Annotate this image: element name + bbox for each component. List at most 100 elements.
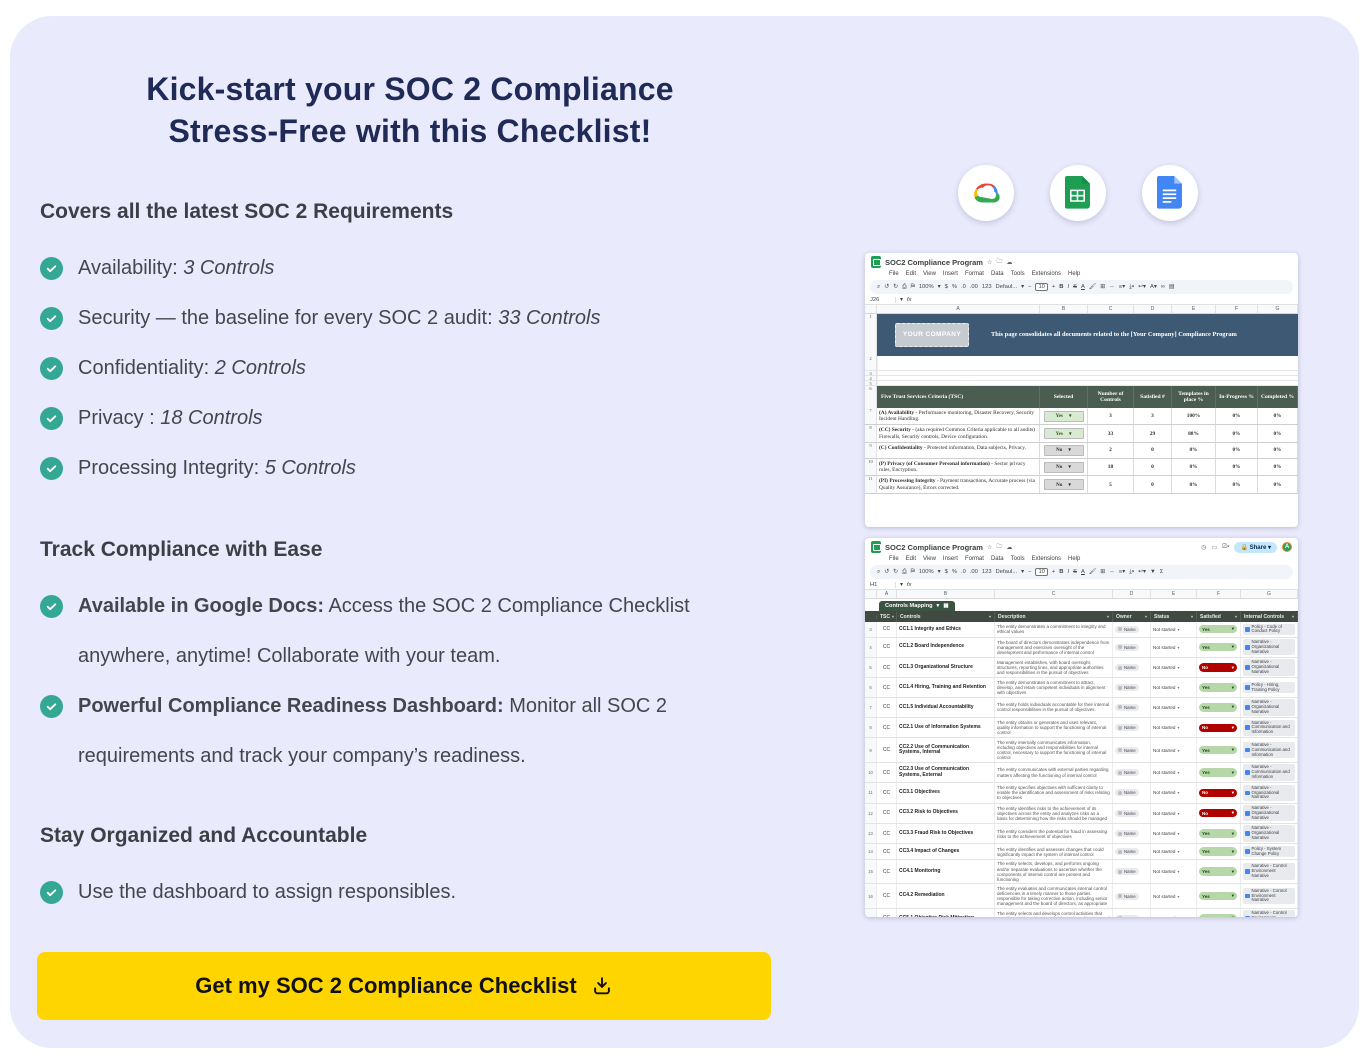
selected-cell: No▾ xyxy=(1040,459,1088,475)
row-number: 7 xyxy=(865,408,877,424)
decimal-increase-icon: .00 xyxy=(970,569,978,575)
list-item-text: Use the dashboard to assign responsibles… xyxy=(78,867,456,917)
description-cell: The entity demonstrates a commitment to … xyxy=(995,622,1113,637)
dropdown-arrow-icon: ▾ xyxy=(1177,705,1179,710)
text-color-icon: A xyxy=(1081,284,1085,290)
redo-icon: ↻ xyxy=(893,569,898,575)
status-cell: Not started▾ xyxy=(1151,638,1197,657)
row-number: 8 xyxy=(865,425,877,441)
text-color-icon: A xyxy=(1081,569,1085,575)
dropdown-arrow-icon: ▾ xyxy=(900,297,903,303)
satisfied-cell: Yes▾ xyxy=(1197,763,1241,782)
selected-dropdown: Yes▾ xyxy=(1044,428,1084,439)
google-sheets-icon xyxy=(1065,176,1091,210)
row-number: 7 xyxy=(865,698,877,717)
in-progress-cell: 0% xyxy=(1216,408,1258,424)
check-circle-icon xyxy=(40,307,63,330)
menu-item: Format xyxy=(965,271,984,277)
italic-icon: I xyxy=(1067,284,1069,290)
row-number: 1 xyxy=(865,314,877,356)
dropdown-arrow-icon: ▾ xyxy=(900,582,903,588)
person-icon xyxy=(1118,748,1122,752)
row-number: 13 xyxy=(865,824,877,843)
owner-chip: Name xyxy=(1115,626,1139,633)
column-header: Number of Controls xyxy=(1088,386,1134,408)
menu-item: Format xyxy=(965,556,984,562)
criteria-cell: (PI) Processing Integrity - Payment tran… xyxy=(877,476,1040,492)
track-heading: Track Compliance with Ease xyxy=(40,538,322,562)
list-item: Use the dashboard to assign responsibles… xyxy=(40,867,770,917)
sheet2-titlebar: SOC2 Compliance Program ☆ 🗀 ☁ ◷ ▭ ⎚▾ 🔒 S… xyxy=(865,538,1298,554)
get-checklist-button[interactable]: Get my SOC 2 Compliance Checklist xyxy=(37,952,771,1020)
status-cell: Not started▾ xyxy=(1151,884,1197,907)
list-item: Confidentiality: 2 Controls xyxy=(40,343,770,393)
control-cell: CC1.1 Integrity and Ethics xyxy=(897,622,995,637)
checkbox-icon xyxy=(1245,627,1250,632)
print-icon: ⎙ xyxy=(902,284,907,291)
sheet2-table-body: 3 CC CC1.1 Integrity and Ethics The enti… xyxy=(865,622,1298,917)
selected-cell: No▾ xyxy=(1040,443,1088,458)
description-cell: The entity internally communicates infor… xyxy=(995,738,1113,761)
completed-cell: 0% xyxy=(1258,425,1298,441)
name-box: J26 xyxy=(870,297,896,303)
dropdown-arrow-icon: ▾ xyxy=(1177,770,1179,775)
google-cloud-badge xyxy=(958,165,1014,221)
sheet2-doc-title: SOC2 Compliance Program xyxy=(885,543,983,552)
check-circle-icon xyxy=(40,457,63,480)
checkbox-icon xyxy=(1245,665,1250,670)
sheet1-screenshot: SOC2 Compliance Program ☆ 🗀 ☁ FileEditVi… xyxy=(865,253,1298,527)
bold-icon: B xyxy=(1059,284,1063,290)
tsc-cell: CC xyxy=(877,738,897,761)
status-cell: Not started▾ xyxy=(1151,860,1197,883)
list-item-text: Privacy : 18 Controls xyxy=(78,393,263,443)
satisfied-dropdown: Yes▾ xyxy=(1199,829,1237,837)
internal-controls-cell: Narrative - Communication and Informatio… xyxy=(1241,718,1298,737)
strikethrough-icon: S xyxy=(1073,284,1077,290)
person-icon xyxy=(1118,791,1122,795)
sheet1-menubar: FileEditViewInsertFormatDataToolsExtensi… xyxy=(865,269,1298,279)
google-cloud-icon xyxy=(967,178,1005,208)
row-number: 9 xyxy=(865,443,877,458)
owner-chip: Name xyxy=(1115,810,1139,817)
menu-item: View xyxy=(923,556,936,562)
move-folder-icon: 🗀 xyxy=(996,257,1002,267)
table-row: 11 CC CC3.1 Objectives The entity specif… xyxy=(865,783,1298,803)
control-cell: CC2.3 Use of Communication Systems, Exte… xyxy=(897,763,995,782)
list-item-text: Powerful Compliance Readiness Dashboard:… xyxy=(78,681,770,781)
dropdown-arrow-icon: ▾ xyxy=(1177,665,1179,670)
tsc-cell: CC xyxy=(877,909,897,917)
tsc-cell: CC xyxy=(877,860,897,883)
person-icon xyxy=(1118,705,1122,709)
owner-cell: Name xyxy=(1113,783,1151,802)
row-number: 8 xyxy=(865,718,877,737)
control-cell: CC3.2 Risk to Objectives xyxy=(897,804,995,823)
column-letter: D xyxy=(1113,590,1151,598)
menu-item: Extensions xyxy=(1032,556,1061,562)
meet-icon: ⎚▾ xyxy=(1222,544,1229,551)
owner-cell: Name xyxy=(1113,638,1151,657)
owner-cell: Name xyxy=(1113,622,1151,637)
control-cell: CC3.3 Fraud Risk to Objectives xyxy=(897,824,995,843)
move-folder-icon: 🗀 xyxy=(996,542,1002,552)
satisfied-dropdown: No▾ xyxy=(1199,724,1237,732)
menu-item: Edit xyxy=(906,556,916,562)
empty-cells xyxy=(877,376,1298,380)
dropdown-arrow-icon: ▾ xyxy=(938,569,941,575)
table-header-row: 6 Five Trust Services Criteria (TSC) Sel… xyxy=(865,386,1298,408)
internal-controls-chip: Narrative - Control Environment Narrativ… xyxy=(1243,910,1295,917)
cta-label: Get my SOC 2 Compliance Checklist xyxy=(195,973,576,999)
table-row: 11 (PI) Processing Integrity - Payment t… xyxy=(865,476,1298,493)
dropdown-arrow-icon: ▾ xyxy=(1232,704,1234,710)
internal-controls-cell: Narrative - Organizational Narrative xyxy=(1241,658,1298,677)
sheet1-formula-bar: J26 ▾ fx xyxy=(865,295,1298,305)
in-progress-cell: 0% xyxy=(1216,476,1258,492)
description-cell: The entity considers the potential for f… xyxy=(995,824,1113,843)
row-number: 6 xyxy=(865,678,877,696)
table-row: 4 CC CC1.2 Board Independence The board … xyxy=(865,638,1298,658)
dropdown-arrow-icon: ▾ xyxy=(1177,645,1179,650)
dropdown-arrow-icon: ▾ xyxy=(1232,869,1234,875)
fill-color-icon: 🖌 xyxy=(1089,284,1096,290)
list-item-text: Available in Google Docs: Access the SOC… xyxy=(78,581,770,681)
person-icon xyxy=(1118,627,1122,631)
owner-cell: Name xyxy=(1113,844,1151,859)
